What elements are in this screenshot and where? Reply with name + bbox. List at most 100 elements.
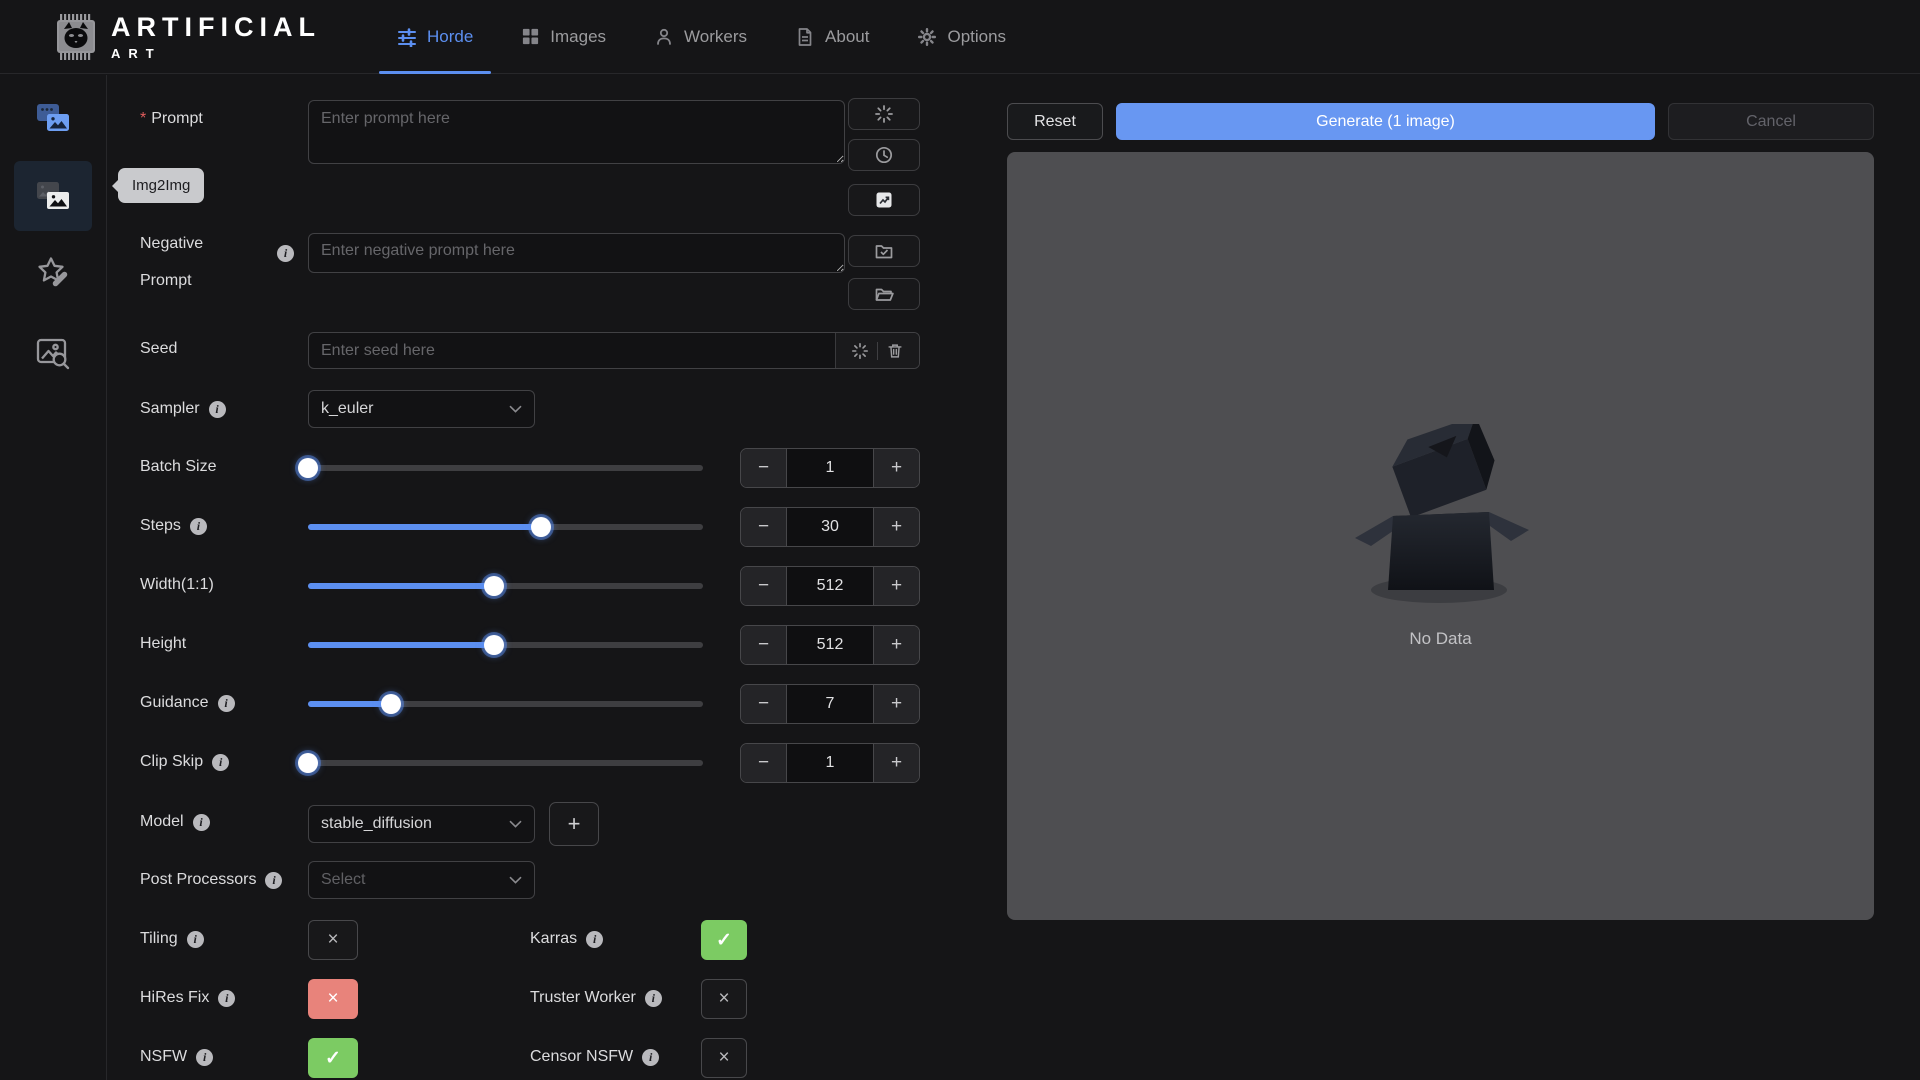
increment-button[interactable]: + xyxy=(873,449,919,487)
save-prompt-button[interactable] xyxy=(848,235,920,267)
tab-about[interactable]: About xyxy=(771,0,893,73)
decrement-button[interactable]: − xyxy=(741,744,787,782)
clip-skip-info-icon[interactable]: i xyxy=(212,754,229,771)
model-info-icon[interactable]: i xyxy=(193,814,210,831)
post-processors-select[interactable]: Select xyxy=(308,861,535,899)
chevron-down-icon xyxy=(509,876,522,884)
model-select[interactable]: stable_diffusion xyxy=(308,805,535,843)
slider-handle[interactable] xyxy=(298,753,318,773)
txt2img-icon xyxy=(31,96,75,140)
slider-handle[interactable] xyxy=(381,694,401,714)
steps-row: Steps i − 30 + xyxy=(107,507,1007,547)
generate-button[interactable]: Generate (1 image) xyxy=(1116,103,1655,140)
height-label: Height xyxy=(140,635,186,653)
seed-input[interactable] xyxy=(309,333,835,368)
clip-skip-value[interactable]: 1 xyxy=(787,744,873,782)
batch-size-slider[interactable] xyxy=(308,465,703,471)
guidance-info-icon[interactable]: i xyxy=(218,695,235,712)
tab-images[interactable]: Images xyxy=(497,0,630,73)
guidance-value[interactable]: 7 xyxy=(787,685,873,723)
post-processors-label: Post Processors i xyxy=(140,871,282,889)
nsfw-censor-row: NSFW i ✓ Censor NSFW i × xyxy=(107,1038,1007,1078)
guidance-row: Guidance i − 7 + xyxy=(107,684,1007,724)
tab-horde[interactable]: Horde xyxy=(373,0,497,73)
decrement-button[interactable]: − xyxy=(741,508,787,546)
prompt-input[interactable] xyxy=(308,100,845,164)
load-prompt-button[interactable] xyxy=(848,278,920,310)
nav-tabs: Horde Images Workers xyxy=(373,0,1030,73)
guidance-slider[interactable] xyxy=(308,701,703,707)
sidebar-item-interrogate[interactable] xyxy=(14,317,92,387)
increment-button[interactable]: + xyxy=(873,508,919,546)
negative-prompt-info-icon[interactable]: i xyxy=(277,245,294,262)
steps-value[interactable]: 30 xyxy=(787,508,873,546)
hires-fix-toggle[interactable]: × xyxy=(308,979,358,1019)
generation-form: * Prompt xyxy=(107,74,1007,1080)
nsfw-label: NSFW i xyxy=(140,1048,213,1066)
random-prompt-button[interactable] xyxy=(848,98,920,130)
truster-worker-toggle[interactable]: × xyxy=(701,979,747,1019)
height-slider[interactable] xyxy=(308,642,703,648)
censor-nsfw-toggle[interactable]: × xyxy=(701,1038,747,1078)
nsfw-info-icon[interactable]: i xyxy=(196,1049,213,1066)
brand-title: ARTIFICIAL xyxy=(111,12,321,43)
truster-worker-info-icon[interactable]: i xyxy=(645,990,662,1007)
sampler-select[interactable]: k_euler xyxy=(308,390,535,428)
sidebar-item-txt2img[interactable] xyxy=(14,83,92,153)
decrement-button[interactable]: − xyxy=(741,626,787,664)
tiling-toggle[interactable]: × xyxy=(308,920,358,960)
batch-size-value[interactable]: 1 xyxy=(787,449,873,487)
hires-truster-row: HiRes Fix i × Truster Worker i × xyxy=(107,979,1007,1019)
hires-fix-info-icon[interactable]: i xyxy=(218,990,235,1007)
width-slider[interactable] xyxy=(308,583,703,589)
img2img-tooltip: Img2Img xyxy=(118,168,204,203)
clip-skip-label: Clip Skip i xyxy=(140,753,229,771)
nsfw-toggle[interactable]: ✓ xyxy=(308,1038,358,1078)
navbar: ARTIFICIAL ART Horde xyxy=(0,0,1920,74)
prompt-history-button[interactable] xyxy=(848,139,920,171)
add-model-button[interactable]: + xyxy=(549,802,599,846)
karras-toggle[interactable]: ✓ xyxy=(701,920,747,960)
decrement-button[interactable]: − xyxy=(741,567,787,605)
width-value[interactable]: 512 xyxy=(787,567,873,605)
increment-button[interactable]: + xyxy=(873,567,919,605)
censor-nsfw-info-icon[interactable]: i xyxy=(642,1049,659,1066)
sidebar-item-img2img[interactable] xyxy=(14,161,92,231)
increment-button[interactable]: + xyxy=(873,685,919,723)
karras-info-icon[interactable]: i xyxy=(586,931,603,948)
trending-icon xyxy=(874,190,894,210)
reset-button[interactable]: Reset xyxy=(1007,103,1103,140)
tab-label: Options xyxy=(947,27,1006,47)
clear-seed-icon[interactable] xyxy=(886,342,904,360)
tiling-label: Tiling i xyxy=(140,930,204,948)
decrement-button[interactable]: − xyxy=(741,449,787,487)
empty-box-illustration xyxy=(1341,424,1541,609)
tab-options[interactable]: Options xyxy=(893,0,1030,73)
slider-handle[interactable] xyxy=(531,517,551,537)
random-seed-icon[interactable] xyxy=(851,342,869,360)
negative-prompt-input[interactable] xyxy=(308,233,845,273)
slider-handle[interactable] xyxy=(298,458,318,478)
increment-button[interactable]: + xyxy=(873,744,919,782)
tiling-info-icon[interactable]: i xyxy=(187,931,204,948)
brand-logo: ARTIFICIAL ART xyxy=(55,12,321,61)
tab-label: Images xyxy=(550,27,606,47)
post-processors-info-icon[interactable]: i xyxy=(265,872,282,889)
steps-label: Steps i xyxy=(140,517,207,535)
slider-handle[interactable] xyxy=(484,576,504,596)
tab-workers[interactable]: Workers xyxy=(630,0,771,73)
steps-slider[interactable] xyxy=(308,524,703,530)
action-bar: Reset Generate (1 image) Cancel xyxy=(1007,103,1874,140)
increment-button[interactable]: + xyxy=(873,626,919,664)
star-pencil-icon xyxy=(31,252,75,296)
sidebar-item-rate[interactable] xyxy=(14,239,92,309)
trending-prompts-button[interactable] xyxy=(848,184,920,216)
cancel-button[interactable]: Cancel xyxy=(1668,103,1874,140)
steps-info-icon[interactable]: i xyxy=(190,518,207,535)
decrement-button[interactable]: − xyxy=(741,685,787,723)
slider-handle[interactable] xyxy=(484,635,504,655)
document-icon xyxy=(795,27,815,47)
sampler-info-icon[interactable]: i xyxy=(209,401,226,418)
height-value[interactable]: 512 xyxy=(787,626,873,664)
clip-skip-slider[interactable] xyxy=(308,760,703,766)
